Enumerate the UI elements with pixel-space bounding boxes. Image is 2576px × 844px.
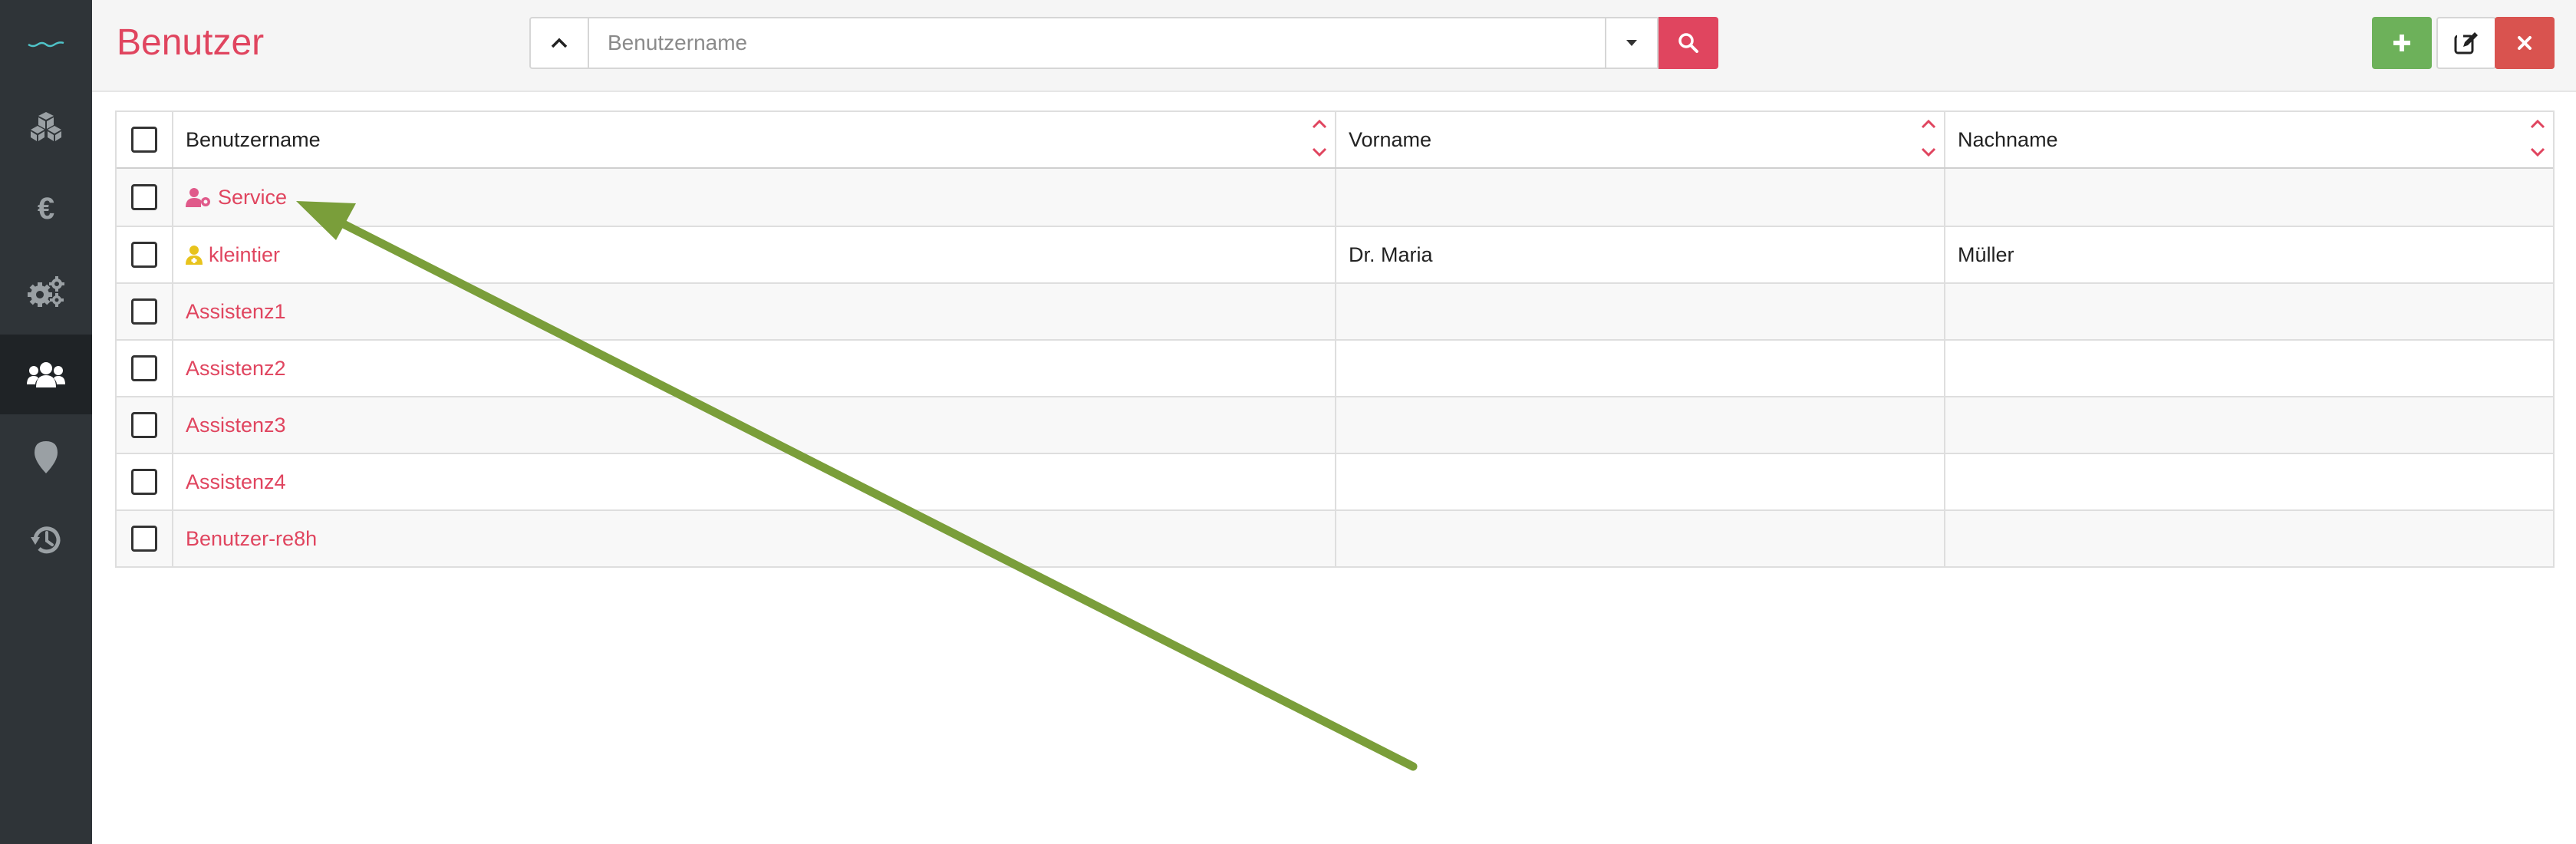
table-row[interactable]: kleintier Dr. Maria Müller (117, 226, 2553, 282)
search-options-dropdown[interactable] (1606, 17, 1659, 69)
sidebar-item-finance[interactable]: € (0, 169, 92, 249)
page-title: Benutzer (117, 22, 265, 63)
row-check-cell (117, 227, 173, 282)
firstname-cell (1336, 341, 1945, 396)
table-row[interactable]: Assistenz3 (117, 396, 2553, 453)
username-cell: Assistenz4 (173, 454, 1336, 509)
search-input[interactable] (589, 17, 1606, 69)
row-check-cell (117, 169, 173, 226)
row-check-cell (117, 454, 173, 509)
lastname-cell (1945, 454, 2553, 509)
row-checkbox[interactable] (131, 355, 157, 381)
username-cell: Assistenz3 (173, 397, 1336, 453)
username-link[interactable]: Service (218, 186, 287, 209)
sort-icon[interactable] (1919, 117, 1938, 161)
username-cell: Service (173, 169, 1336, 226)
close-button[interactable] (2495, 17, 2555, 69)
column-header-lastname[interactable]: Nachname (1945, 112, 2553, 167)
history-icon (31, 526, 61, 554)
lastname-cell (1945, 284, 2553, 339)
search-icon (1678, 33, 1698, 53)
firstname-cell (1336, 397, 1945, 453)
username-cell: Benutzer-re8h (173, 511, 1336, 566)
chevron-up-icon (551, 38, 568, 48)
row-check-cell (117, 341, 173, 396)
plus-icon (2393, 35, 2410, 51)
lastname-cell (1945, 169, 2553, 226)
edit-button[interactable] (2436, 17, 2496, 69)
username-link[interactable]: Assistenz2 (186, 357, 286, 381)
sidebar-item-modules[interactable] (0, 86, 92, 166)
table-row[interactable]: Assistenz4 (117, 453, 2553, 509)
sort-icon[interactable] (2528, 117, 2547, 161)
row-checkbox[interactable] (131, 412, 157, 438)
table-row[interactable]: Service (117, 169, 2553, 226)
username-cell: Assistenz2 (173, 341, 1336, 396)
users-table: Benutzername Vorname Nachname Service kl… (115, 110, 2555, 568)
search-group (529, 17, 1718, 69)
username-link[interactable]: Assistenz3 (186, 414, 286, 437)
sidebar: € (0, 0, 92, 844)
sort-icon[interactable] (1310, 117, 1329, 161)
column-header-username[interactable]: Benutzername (173, 112, 1336, 167)
column-header-firstname[interactable]: Vorname (1336, 112, 1945, 167)
gears-icon (28, 276, 64, 307)
cubes-icon (31, 112, 61, 141)
users-icon (27, 362, 65, 387)
firstname-cell (1336, 284, 1945, 339)
row-checkbox[interactable] (131, 469, 157, 495)
map-marker-icon (35, 441, 58, 473)
column-header-label: Nachname (1958, 127, 2058, 151)
firstname-cell (1336, 511, 1945, 566)
sidebar-item-locations[interactable] (0, 417, 92, 497)
search-button[interactable] (1659, 17, 1718, 69)
lastname-cell (1945, 341, 2553, 396)
table-header: Benutzername Vorname Nachname (117, 112, 2553, 169)
user-doctor-icon (186, 245, 203, 265)
username-link[interactable]: Assistenz1 (186, 300, 286, 324)
username-link[interactable]: Assistenz4 (186, 470, 286, 494)
collapse-button[interactable] (529, 17, 589, 69)
username-cell: kleintier (173, 227, 1336, 282)
sidebar-item-settings[interactable] (0, 252, 92, 331)
firstname-cell (1336, 169, 1945, 226)
username-cell: Assistenz1 (173, 284, 1336, 339)
sidebar-item-users[interactable] (0, 335, 92, 414)
sidebar-item-history[interactable] (0, 500, 92, 580)
logo-wave-icon (28, 41, 64, 48)
row-checkbox[interactable] (131, 242, 157, 268)
row-check-cell (117, 284, 173, 339)
euro-icon: € (37, 191, 55, 226)
username-link[interactable]: Benutzer-re8h (186, 527, 317, 551)
close-icon (2518, 36, 2532, 50)
lastname-cell (1945, 511, 2553, 566)
table-row[interactable]: Assistenz2 (117, 339, 2553, 396)
lastname-cell (1945, 397, 2553, 453)
lastname-cell: Müller (1958, 242, 2014, 266)
select-all-checkbox[interactable] (131, 127, 157, 153)
header-check-cell (117, 112, 173, 167)
table-row[interactable]: Benutzer-re8h (117, 509, 2553, 566)
row-check-cell (117, 397, 173, 453)
username-link[interactable]: kleintier (209, 243, 280, 267)
user-cog-icon (186, 187, 212, 207)
row-checkbox[interactable] (131, 526, 157, 552)
row-checkbox[interactable] (131, 298, 157, 325)
caret-down-icon (1626, 40, 1637, 46)
add-user-button[interactable] (2372, 17, 2432, 69)
firstname-cell: Dr. Maria (1336, 227, 1945, 282)
row-checkbox[interactable] (131, 184, 157, 210)
column-header-label: Benutzername (186, 127, 321, 151)
firstname-cell (1336, 454, 1945, 509)
sidebar-item-logo[interactable] (0, 3, 92, 83)
edit-icon (2454, 32, 2478, 54)
column-header-label: Vorname (1349, 127, 1432, 151)
row-check-cell (117, 511, 173, 566)
table-row[interactable]: Assistenz1 (117, 282, 2553, 339)
